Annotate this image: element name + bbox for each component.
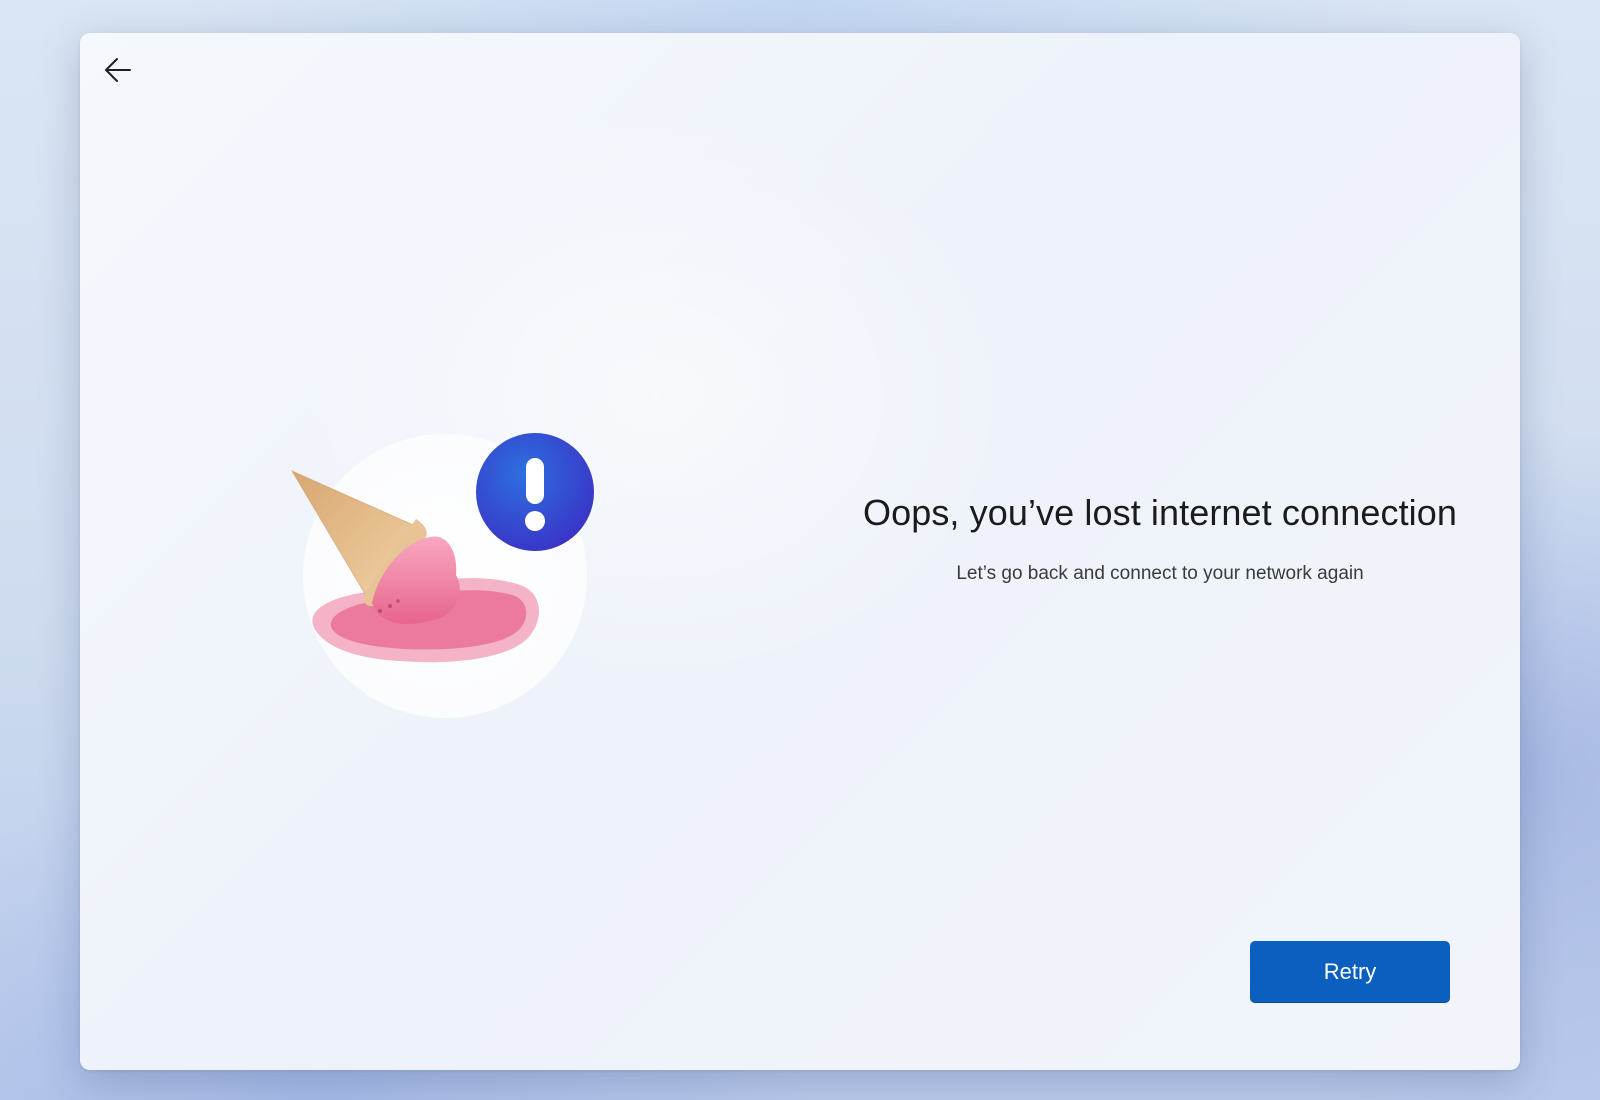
arrow-left-icon (101, 53, 135, 90)
setup-window: Oops, you’ve lost internet connection Le… (80, 33, 1520, 1070)
retry-button[interactable]: Retry (1250, 941, 1450, 1003)
page-title: Oops, you’ve lost internet connection (862, 492, 1458, 533)
message-panel: Oops, you’ve lost internet connection Le… (860, 491, 1460, 587)
page-subtitle: Let’s go back and connect to your networ… (956, 563, 1364, 584)
melted-ice-cream-illustration (280, 403, 610, 733)
back-button[interactable] (96, 49, 140, 93)
